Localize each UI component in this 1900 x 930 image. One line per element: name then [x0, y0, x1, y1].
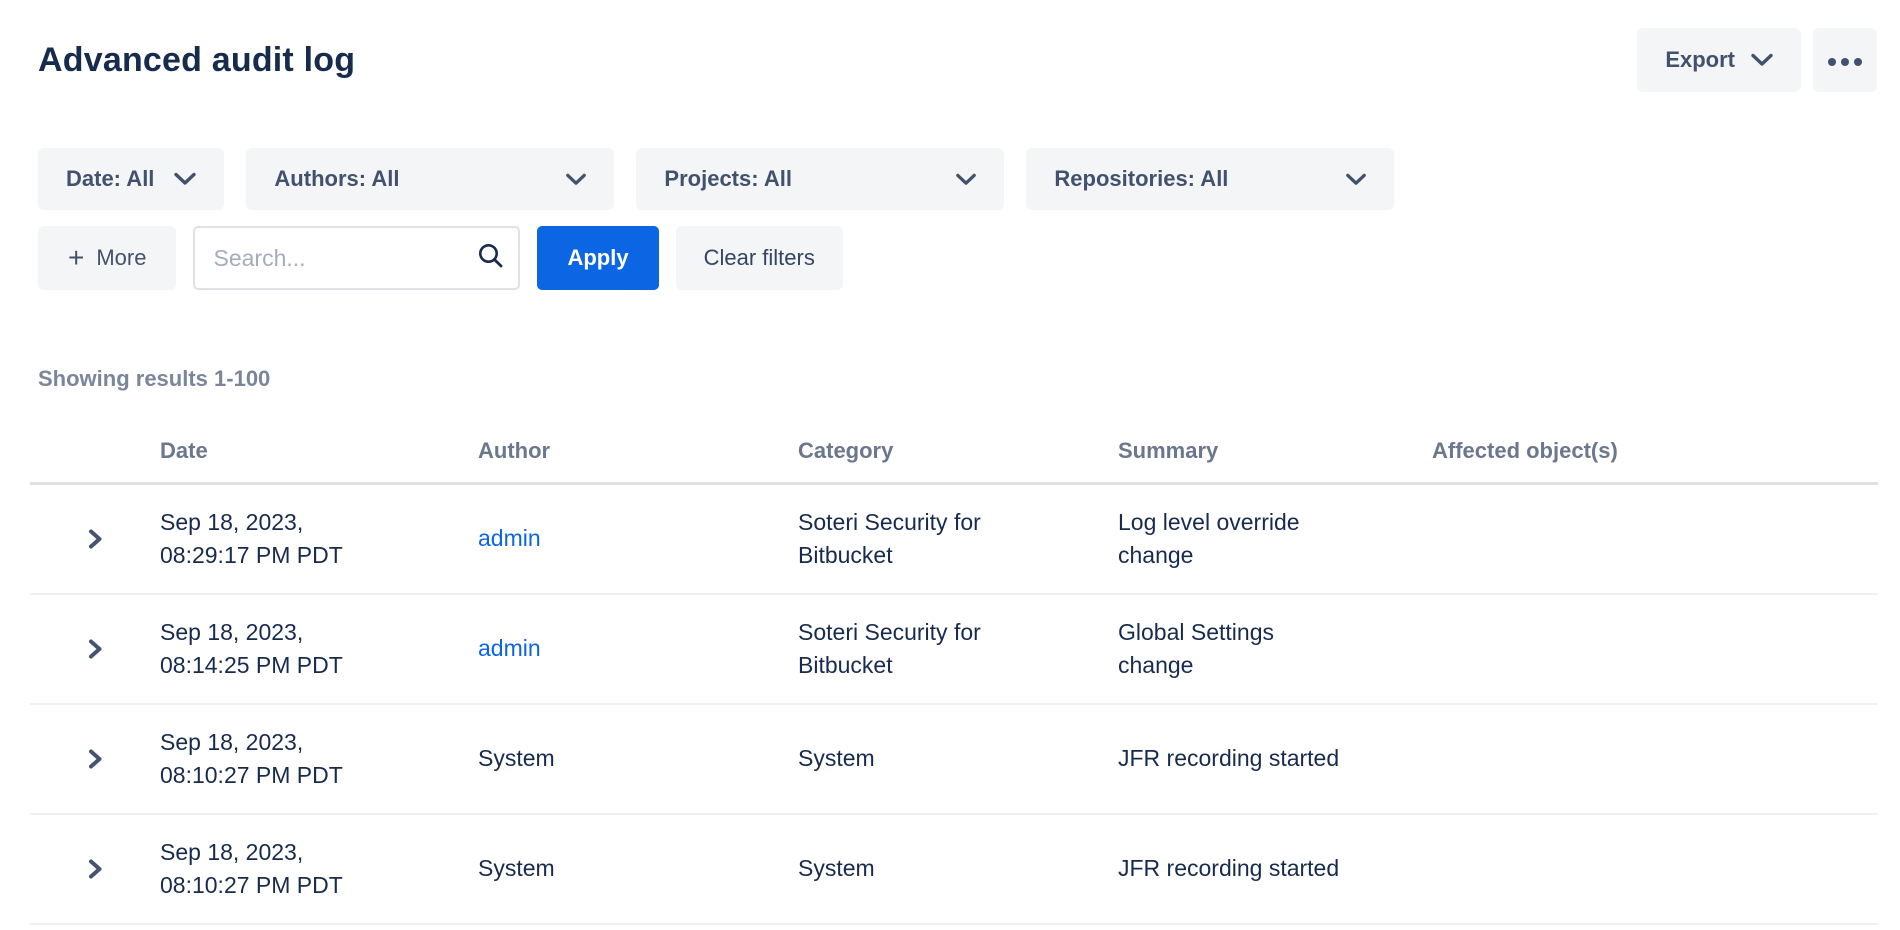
column-header-summary: Summary — [1118, 438, 1432, 484]
search-field-wrapper — [193, 226, 520, 290]
chevron-down-icon — [956, 166, 976, 192]
chevron-right-icon — [86, 649, 105, 664]
search-icon — [477, 242, 504, 274]
column-header-date: Date — [160, 438, 478, 484]
filter-projects-dropdown[interactable]: Projects: All — [636, 148, 1004, 210]
filter-authors-label: Authors: All — [274, 166, 399, 192]
row-expand-button[interactable] — [80, 741, 111, 777]
summary-cell: Global Settings change — [1118, 594, 1432, 704]
export-button[interactable]: Export — [1637, 28, 1801, 92]
chevron-down-icon — [566, 166, 586, 192]
row-expander-cell — [30, 594, 160, 704]
row-expand-button[interactable] — [80, 631, 111, 667]
category-text: System — [798, 852, 1118, 885]
expander-column-header — [30, 438, 160, 484]
date-text: Sep 18, 2023, 08:29:17 PM PDT — [160, 506, 478, 572]
row-expander-cell — [30, 484, 160, 594]
more-filters-label: More — [96, 245, 146, 271]
filter-authors-dropdown[interactable]: Authors: All — [246, 148, 614, 210]
category-cell: Soteri Security for Bitbucket — [798, 484, 1118, 594]
row-expander-cell — [30, 704, 160, 814]
apply-button[interactable]: Apply — [537, 226, 658, 290]
search-input[interactable] — [193, 226, 520, 290]
date-text: Sep 18, 2023, 08:14:25 PM PDT — [160, 616, 478, 682]
category-cell: System — [798, 814, 1118, 924]
summary-text: Log level override change — [1118, 506, 1432, 572]
category-cell: Soteri Security for Bitbucket — [798, 594, 1118, 704]
author-link[interactable]: admin — [478, 525, 541, 551]
chevron-right-icon — [86, 759, 105, 774]
date-text: Sep 18, 2023, 08:10:27 PM PDT — [160, 726, 478, 792]
summary-text: JFR recording started — [1118, 852, 1432, 885]
audit-log-table: Date Author Category Summary Affected ob… — [30, 438, 1878, 925]
author-cell: admin — [478, 484, 798, 594]
export-button-label: Export — [1665, 47, 1735, 73]
page-title: Advanced audit log — [38, 41, 355, 80]
row-expander-cell — [30, 814, 160, 924]
filter-search-row: + More Apply Clear filters — [38, 226, 1877, 290]
affected-objects-cell — [1432, 814, 1878, 924]
filter-repositories-dropdown[interactable]: Repositories: All — [1026, 148, 1394, 210]
row-expand-button[interactable] — [80, 851, 111, 887]
column-header-category: Category — [798, 438, 1118, 484]
date-cell: Sep 18, 2023, 08:14:25 PM PDT — [160, 594, 478, 704]
filter-date-label: Date: All — [66, 166, 154, 192]
summary-text: Global Settings change — [1118, 616, 1432, 682]
author-cell: System — [478, 814, 798, 924]
chevron-down-icon — [1346, 166, 1366, 192]
date-cell: Sep 18, 2023, 08:10:27 PM PDT — [160, 814, 478, 924]
author-cell: admin — [478, 594, 798, 704]
table-row: Sep 18, 2023, 08:14:25 PM PDTadmin Soteri… — [30, 594, 1878, 704]
more-filters-button[interactable]: + More — [38, 226, 176, 290]
table-header-row: Date Author Category Summary Affected ob… — [30, 438, 1878, 484]
advanced-audit-log-page: Advanced audit log Export Date: All — [0, 0, 1900, 930]
author-text: System — [478, 852, 798, 885]
ellipsis-icon — [1827, 47, 1863, 73]
summary-cell: JFR recording started — [1118, 704, 1432, 814]
plus-icon: + — [68, 244, 84, 272]
affected-objects-cell — [1432, 704, 1878, 814]
author-text: System — [478, 742, 798, 775]
summary-cell: Log level override change — [1118, 484, 1432, 594]
more-actions-button[interactable] — [1813, 28, 1877, 92]
table-row: Sep 18, 2023, 08:29:17 PM PDTadmin Soteri… — [30, 484, 1878, 594]
filter-dropdown-row: Date: All Authors: All Projects: All Rep… — [38, 148, 1877, 210]
chevron-right-icon — [86, 869, 105, 884]
filter-repositories-label: Repositories: All — [1054, 166, 1228, 192]
author-link[interactable]: admin — [478, 635, 541, 661]
affected-objects-cell — [1432, 484, 1878, 594]
date-text: Sep 18, 2023, 08:10:27 PM PDT — [160, 836, 478, 902]
summary-cell: JFR recording started — [1118, 814, 1432, 924]
chevron-right-icon — [86, 539, 105, 554]
affected-objects-cell — [1432, 594, 1878, 704]
category-text: Soteri Security for Bitbucket — [798, 506, 1118, 572]
top-actions: Export — [1637, 28, 1877, 92]
filter-date-dropdown[interactable]: Date: All — [38, 148, 224, 210]
filter-projects-label: Projects: All — [664, 166, 792, 192]
table-row: Sep 18, 2023, 08:10:27 PM PDTSystemSyste… — [30, 814, 1878, 924]
chevron-down-icon — [1751, 47, 1773, 73]
date-cell: Sep 18, 2023, 08:10:27 PM PDT — [160, 704, 478, 814]
row-expand-button[interactable] — [80, 521, 111, 557]
top-bar: Advanced audit log Export — [38, 28, 1877, 92]
results-summary: Showing results 1-100 — [38, 366, 1877, 392]
clear-filters-button[interactable]: Clear filters — [676, 226, 843, 290]
chevron-down-icon — [174, 166, 196, 192]
table-row: Sep 18, 2023, 08:10:27 PM PDTSystemSyste… — [30, 704, 1878, 814]
audit-table-body: Sep 18, 2023, 08:29:17 PM PDTadminSoteri… — [30, 484, 1878, 924]
column-header-affected: Affected object(s) — [1432, 438, 1878, 484]
date-cell: Sep 18, 2023, 08:29:17 PM PDT — [160, 484, 478, 594]
summary-text: JFR recording started — [1118, 742, 1432, 775]
category-cell: System — [798, 704, 1118, 814]
category-text: Soteri Security for Bitbucket — [798, 616, 1118, 682]
author-cell: System — [478, 704, 798, 814]
category-text: System — [798, 742, 1118, 775]
column-header-author: Author — [478, 438, 798, 484]
